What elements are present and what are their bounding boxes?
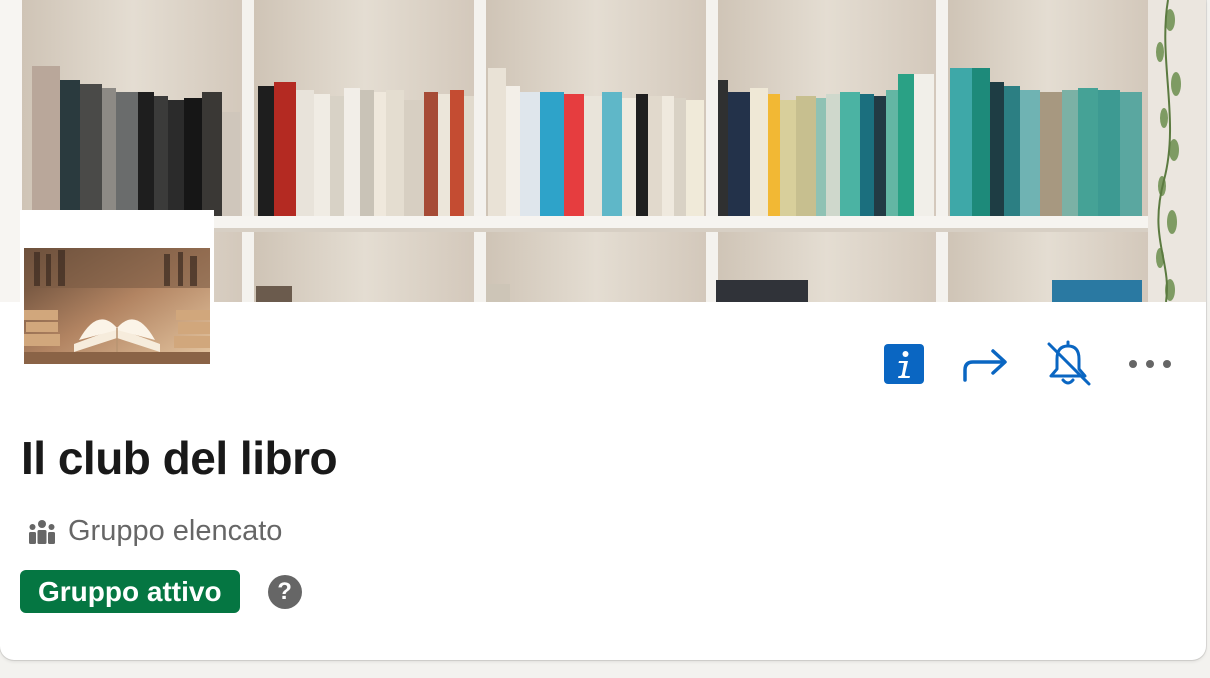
group-logo bbox=[20, 210, 214, 368]
notifications-off-icon bbox=[1047, 340, 1091, 386]
group-title: Il club del libro bbox=[21, 432, 338, 484]
group-type: Gruppo elencato bbox=[28, 512, 282, 550]
group-type-label: Gruppo elencato bbox=[68, 514, 283, 547]
share-icon bbox=[963, 349, 1007, 382]
info-icon bbox=[884, 344, 924, 384]
status-badge: Gruppo attivo bbox=[20, 570, 240, 613]
info-button[interactable] bbox=[878, 340, 930, 388]
share-button[interactable] bbox=[960, 340, 1012, 388]
people-group-icon bbox=[29, 520, 55, 544]
more-icon bbox=[1129, 360, 1171, 368]
action-bar bbox=[878, 340, 1176, 388]
status-row: Gruppo attivo ? bbox=[20, 570, 302, 613]
notifications-button[interactable] bbox=[1042, 340, 1094, 388]
question-icon[interactable]: ? bbox=[267, 574, 302, 609]
more-button[interactable] bbox=[1124, 340, 1176, 388]
group-header-card: Il club del libro Gruppo elencato Gruppo… bbox=[0, 0, 1206, 660]
